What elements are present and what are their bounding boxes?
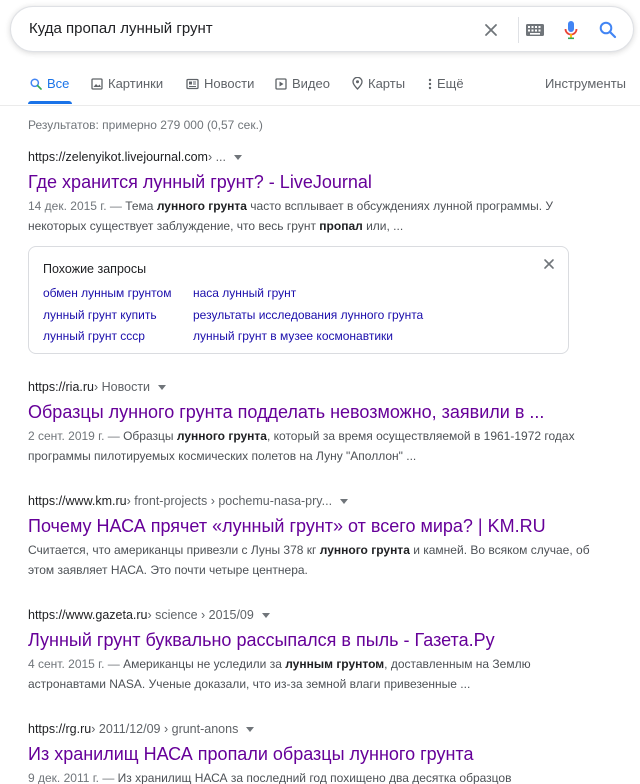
result-date: 4 сент. 2015 г. — bbox=[28, 657, 124, 671]
result-domain: https://ria.ru bbox=[28, 380, 94, 394]
keyboard-icon[interactable] bbox=[524, 19, 546, 41]
play-icon bbox=[275, 77, 287, 90]
tab-news[interactable]: Новости bbox=[186, 76, 254, 91]
related-link[interactable]: лунный грунт ссср bbox=[43, 329, 145, 343]
related-link[interactable]: обмен лунным грунтом bbox=[43, 286, 171, 300]
related-link[interactable]: наса лунный грунт bbox=[193, 286, 296, 300]
result-title-link[interactable]: Образцы лунного грунта подделать невозмо… bbox=[28, 400, 608, 424]
result-url[interactable]: https://ria.ru › Новости bbox=[28, 380, 608, 394]
result-domain: https://www.km.ru bbox=[28, 494, 127, 508]
search-input[interactable]: Куда пропал лунный грунт bbox=[29, 20, 213, 37]
tab-maps[interactable]: Карты bbox=[352, 76, 405, 91]
result-path: › front-projects › pochemu-nasa-pry... bbox=[126, 494, 333, 508]
chevron-down-icon[interactable] bbox=[158, 384, 167, 390]
result-title-link[interactable]: Лунный грунт буквально рассыпался в пыль… bbox=[28, 628, 608, 652]
result-snippet: 4 сент. 2015 г. — Американцы не уследили… bbox=[28, 654, 608, 694]
search-icon[interactable] bbox=[597, 19, 619, 41]
result-url[interactable]: https://www.gazeta.ru › science › 2015/0… bbox=[28, 608, 608, 622]
search-icon bbox=[30, 77, 42, 90]
result-date: 9 дек. 2011 г. — bbox=[28, 771, 118, 784]
more-vert-icon bbox=[428, 78, 432, 89]
result-title-link[interactable]: Где хранится лунный грунт? - LiveJournal bbox=[28, 170, 608, 194]
tab-all[interactable]: Все bbox=[30, 76, 69, 91]
result-snippet: 9 дек. 2011 г. — Из хранилищ НАСА за пос… bbox=[28, 768, 608, 784]
chevron-down-icon[interactable] bbox=[261, 612, 270, 618]
search-tabs: Все Картинки Новости Видео Карты Ещё Инс… bbox=[0, 60, 640, 106]
result-domain: https://zelenyikot.livejournal.com bbox=[28, 150, 208, 164]
search-bar-divider bbox=[518, 17, 519, 43]
search-result: https://ria.ru › Новости Образцы лунного… bbox=[28, 380, 608, 466]
result-url[interactable]: https://rg.ru › 2011/12/09 › grunt-anons bbox=[28, 722, 608, 736]
active-tab-indicator bbox=[28, 101, 72, 104]
tab-news-label: Новости bbox=[204, 76, 255, 91]
image-icon bbox=[91, 77, 103, 90]
related-link[interactable]: лунный грунт в музее космонавтики bbox=[193, 329, 393, 343]
result-path: › 2011/12/09 › grunt-anons bbox=[91, 722, 239, 736]
search-bar: Куда пропал лунный грунт bbox=[10, 6, 634, 52]
result-path: › Новости bbox=[94, 380, 151, 394]
tools-button[interactable]: Инструменты bbox=[545, 76, 626, 91]
result-date: 2 сент. 2019 г. — bbox=[28, 429, 124, 443]
result-domain: https://rg.ru bbox=[28, 722, 92, 736]
result-snippet: 2 сент. 2019 г. — Образцы лунного грунта… bbox=[28, 426, 608, 466]
related-link[interactable]: лунный грунт купить bbox=[43, 308, 157, 322]
result-stats: Результатов: примерно 279 000 (0,57 сек.… bbox=[28, 118, 263, 132]
result-path: › ... bbox=[207, 150, 227, 164]
search-result: https://www.km.ru › front-projects › poc… bbox=[28, 494, 608, 580]
tab-images-label: Картинки bbox=[108, 76, 164, 91]
news-icon bbox=[186, 78, 199, 89]
related-searches-title: Похожие запросы bbox=[43, 262, 147, 276]
related-link[interactable]: результаты исследования лунного грунта bbox=[193, 308, 423, 322]
tab-more[interactable]: Ещё bbox=[428, 76, 464, 91]
tab-all-label: Все bbox=[47, 76, 70, 91]
result-path: › science › 2015/09 bbox=[147, 608, 254, 622]
related-searches: Похожие запросы обмен лунным грунтом нас… bbox=[28, 246, 569, 354]
clear-icon[interactable] bbox=[480, 19, 502, 41]
result-snippet: Считается, что американцы привезли с Лун… bbox=[28, 540, 608, 580]
result-title-link[interactable]: Почему НАСА прячет «лунный грунт» от все… bbox=[28, 514, 608, 538]
result-domain: https://www.gazeta.ru bbox=[28, 608, 148, 622]
microphone-icon[interactable] bbox=[560, 19, 582, 41]
result-snippet-text: Из хранилищ НАСА за последний год похище… bbox=[117, 771, 512, 784]
tab-maps-label: Карты bbox=[368, 76, 406, 91]
result-snippet: 14 дек. 2015 г. — Тема лунного грунта ча… bbox=[28, 196, 608, 236]
tab-video-label: Видео bbox=[292, 76, 330, 91]
chevron-down-icon[interactable] bbox=[234, 154, 243, 160]
result-url[interactable]: https://zelenyikot.livejournal.com › ... bbox=[28, 150, 608, 164]
search-result: https://rg.ru › 2011/12/09 › grunt-anons… bbox=[28, 722, 608, 784]
search-result: https://www.gazeta.ru › science › 2015/0… bbox=[28, 608, 608, 694]
chevron-down-icon[interactable] bbox=[340, 498, 349, 504]
result-url[interactable]: https://www.km.ru › front-projects › poc… bbox=[28, 494, 608, 508]
close-icon[interactable] bbox=[542, 257, 556, 271]
result-snippet-text: Считается, что американцы привезли с Лун… bbox=[28, 543, 590, 577]
chevron-down-icon[interactable] bbox=[246, 726, 255, 732]
tab-more-label: Ещё bbox=[437, 76, 464, 91]
tab-video[interactable]: Видео bbox=[275, 76, 330, 91]
result-date: 14 дек. 2015 г. — bbox=[28, 199, 126, 213]
result-title-link[interactable]: Из хранилищ НАСА пропали образцы лунного… bbox=[28, 742, 608, 766]
search-result: https://zelenyikot.livejournal.com › ...… bbox=[28, 150, 608, 236]
tab-images[interactable]: Картинки bbox=[91, 76, 163, 91]
map-pin-icon bbox=[352, 77, 363, 90]
